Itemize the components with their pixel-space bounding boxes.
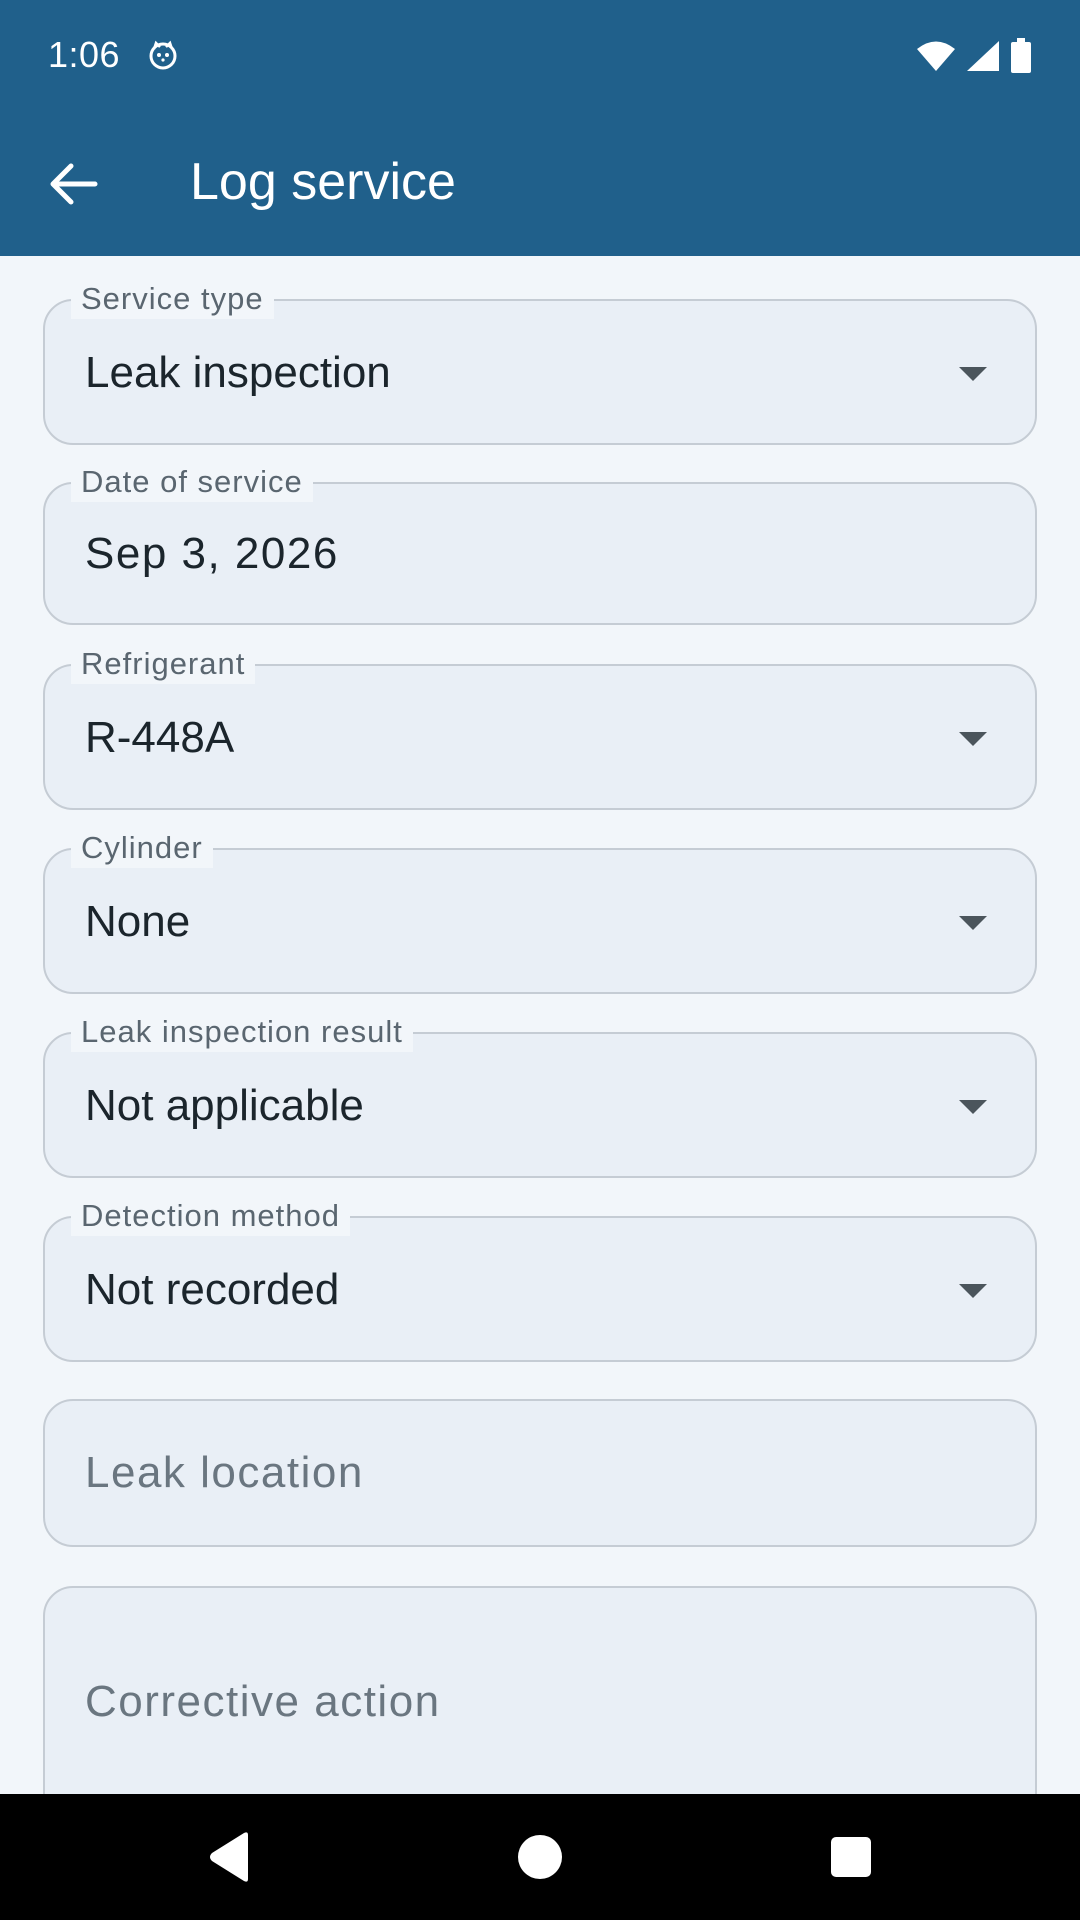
page-title: Log service bbox=[190, 153, 456, 211]
nav-home-button[interactable] bbox=[510, 1827, 570, 1887]
corrective-action-input[interactable]: Corrective action bbox=[43, 1586, 1037, 1794]
dropdown-arrow-icon bbox=[959, 1284, 987, 1298]
refrigerant-value: R-448A bbox=[85, 713, 235, 762]
status-time: 1:06 bbox=[48, 34, 121, 75]
date-of-service-label: Date of service bbox=[71, 462, 313, 502]
leak-location-input[interactable]: Leak location bbox=[43, 1399, 1037, 1547]
service-type-value: Leak inspection bbox=[85, 348, 391, 397]
battery-icon bbox=[1011, 38, 1031, 73]
dropdown-arrow-icon bbox=[959, 916, 987, 930]
leak-inspection-result-value: Not applicable bbox=[85, 1081, 364, 1130]
detection-method-dropdown[interactable]: Detection method Not recorded bbox=[43, 1196, 1037, 1362]
dropdown-arrow-icon bbox=[959, 732, 987, 746]
nav-back-button[interactable] bbox=[200, 1827, 260, 1887]
nav-recents-button[interactable] bbox=[821, 1827, 881, 1887]
date-of-service-value: Sep 3, 2026 bbox=[85, 529, 339, 578]
leak-inspection-result-dropdown[interactable]: Leak inspection result Not applicable bbox=[43, 1012, 1037, 1178]
leak-inspection-result-label: Leak inspection result bbox=[71, 1012, 413, 1052]
cylinder-label: Cylinder bbox=[71, 828, 213, 868]
cylinder-dropdown[interactable]: Cylinder None bbox=[43, 828, 1037, 994]
date-of-service-field[interactable]: Date of service Sep 3, 2026 bbox=[43, 462, 1037, 625]
service-form: Service type Leak inspection Date of ser… bbox=[0, 256, 1080, 1794]
corrective-action-placeholder: Corrective action bbox=[85, 1677, 441, 1726]
service-type-label: Service type bbox=[71, 279, 274, 319]
signal-icon bbox=[967, 41, 999, 71]
wifi-icon bbox=[917, 41, 955, 71]
detection-method-label: Detection method bbox=[71, 1196, 350, 1236]
back-triangle-icon bbox=[210, 1832, 248, 1882]
app-bar: Log service bbox=[0, 110, 1080, 256]
back-button[interactable] bbox=[36, 146, 112, 222]
leak-location-placeholder: Leak location bbox=[85, 1448, 364, 1497]
cat-face-icon bbox=[149, 40, 177, 70]
cylinder-value: None bbox=[85, 897, 191, 946]
system-nav-bar bbox=[0, 1794, 1080, 1920]
detection-method-value: Not recorded bbox=[85, 1265, 340, 1314]
status-bar: 1:06 bbox=[0, 0, 1080, 110]
dropdown-arrow-icon bbox=[959, 367, 987, 381]
refrigerant-label: Refrigerant bbox=[71, 644, 256, 684]
arrow-left-icon bbox=[50, 163, 98, 205]
dropdown-arrow-icon bbox=[959, 1100, 987, 1114]
service-type-dropdown[interactable]: Service type Leak inspection bbox=[43, 279, 1037, 445]
recents-square-icon bbox=[831, 1837, 871, 1877]
home-circle-icon bbox=[518, 1835, 562, 1879]
refrigerant-dropdown[interactable]: Refrigerant R-448A bbox=[43, 644, 1037, 810]
status-icons bbox=[916, 36, 1032, 76]
